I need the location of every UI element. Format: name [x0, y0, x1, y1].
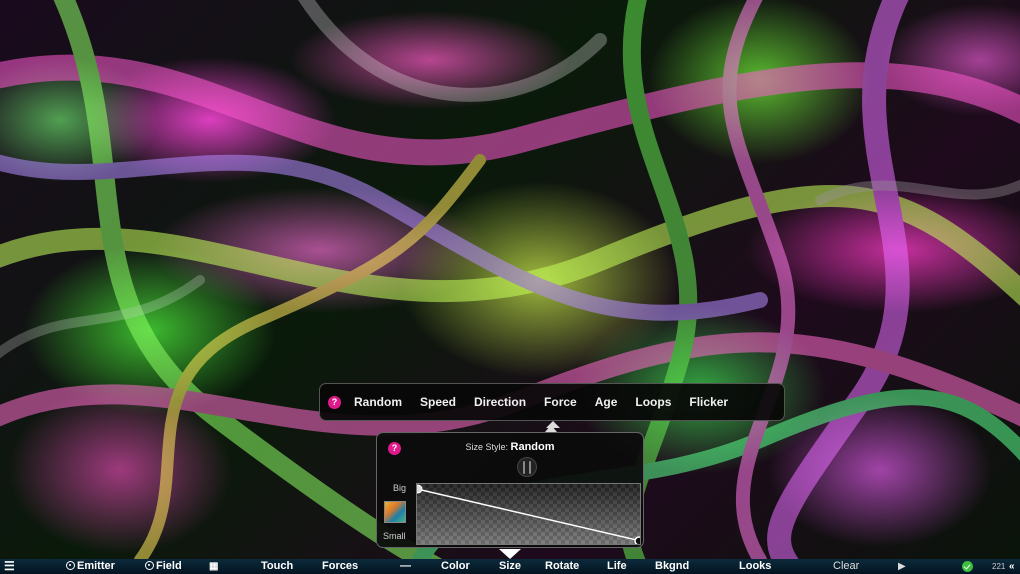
style-option-force[interactable]: Force	[535, 395, 586, 409]
style-option-loops[interactable]: Loops	[626, 395, 680, 409]
collapse-chevron-icon[interactable]: «	[1009, 559, 1015, 574]
field-button[interactable]: Field	[145, 559, 182, 574]
emitter-radio-icon	[66, 561, 75, 570]
emitter-button[interactable]: Emitter	[66, 559, 115, 574]
label-big: Big	[393, 483, 407, 493]
size-style-prefix: Size Style:	[465, 442, 508, 452]
emitter-label: Emitter	[77, 560, 115, 572]
style-option-flicker[interactable]: Flicker	[680, 395, 737, 409]
size-panel: ? Size Style: Random Big Small	[376, 425, 644, 559]
looks-button[interactable]: Looks	[739, 559, 771, 574]
touch-button[interactable]: Touch	[261, 559, 293, 574]
style-option-speed[interactable]: Speed	[411, 395, 465, 409]
color-gradient-swatch-icon[interactable]	[384, 501, 406, 523]
menu-icon[interactable]: ☰	[4, 559, 15, 574]
style-option-age[interactable]: Age	[586, 395, 627, 409]
rotate-button[interactable]: Rotate	[545, 559, 579, 574]
forces-button[interactable]: Forces	[322, 559, 358, 574]
style-option-random[interactable]: Random	[345, 395, 411, 409]
separator-dash-icon: —	[400, 560, 411, 572]
label-small: Small	[383, 531, 406, 541]
grid-icon[interactable]: ▦	[209, 559, 218, 574]
life-button[interactable]: Life	[607, 559, 627, 574]
bottom-toolbar: ☰ Emitter Field ▦ Touch Forces — Color S…	[0, 559, 1020, 574]
curve-start-handle[interactable]	[417, 484, 423, 494]
style-option-direction[interactable]: Direction	[465, 395, 535, 409]
fps-counter: 221	[992, 562, 1006, 571]
size-curve-line	[417, 488, 640, 542]
field-radio-icon	[145, 561, 154, 570]
size-style-bar: ? Random Speed Direction Force Age Loops…	[319, 383, 785, 428]
size-style-value: Random	[510, 441, 555, 453]
size-curve	[417, 484, 641, 545]
status-ok-icon	[962, 561, 973, 572]
help-icon[interactable]: ?	[328, 395, 341, 409]
panel-pointer-down	[499, 549, 521, 559]
panel-pointer-up	[545, 425, 557, 432]
size-curve-editor[interactable]	[416, 483, 641, 545]
bkgnd-button[interactable]: Bkgnd	[655, 559, 689, 574]
size-button[interactable]: Size	[499, 559, 521, 574]
clear-button[interactable]: Clear	[833, 559, 859, 574]
size-style-title: Size Style: Random	[377, 441, 643, 453]
color-button[interactable]: Color	[441, 559, 470, 574]
play-icon[interactable]: ▶	[898, 559, 906, 574]
field-label: Field	[156, 560, 182, 572]
size-style-glyph-icon[interactable]	[517, 457, 537, 477]
curve-end-handle[interactable]	[634, 536, 641, 545]
